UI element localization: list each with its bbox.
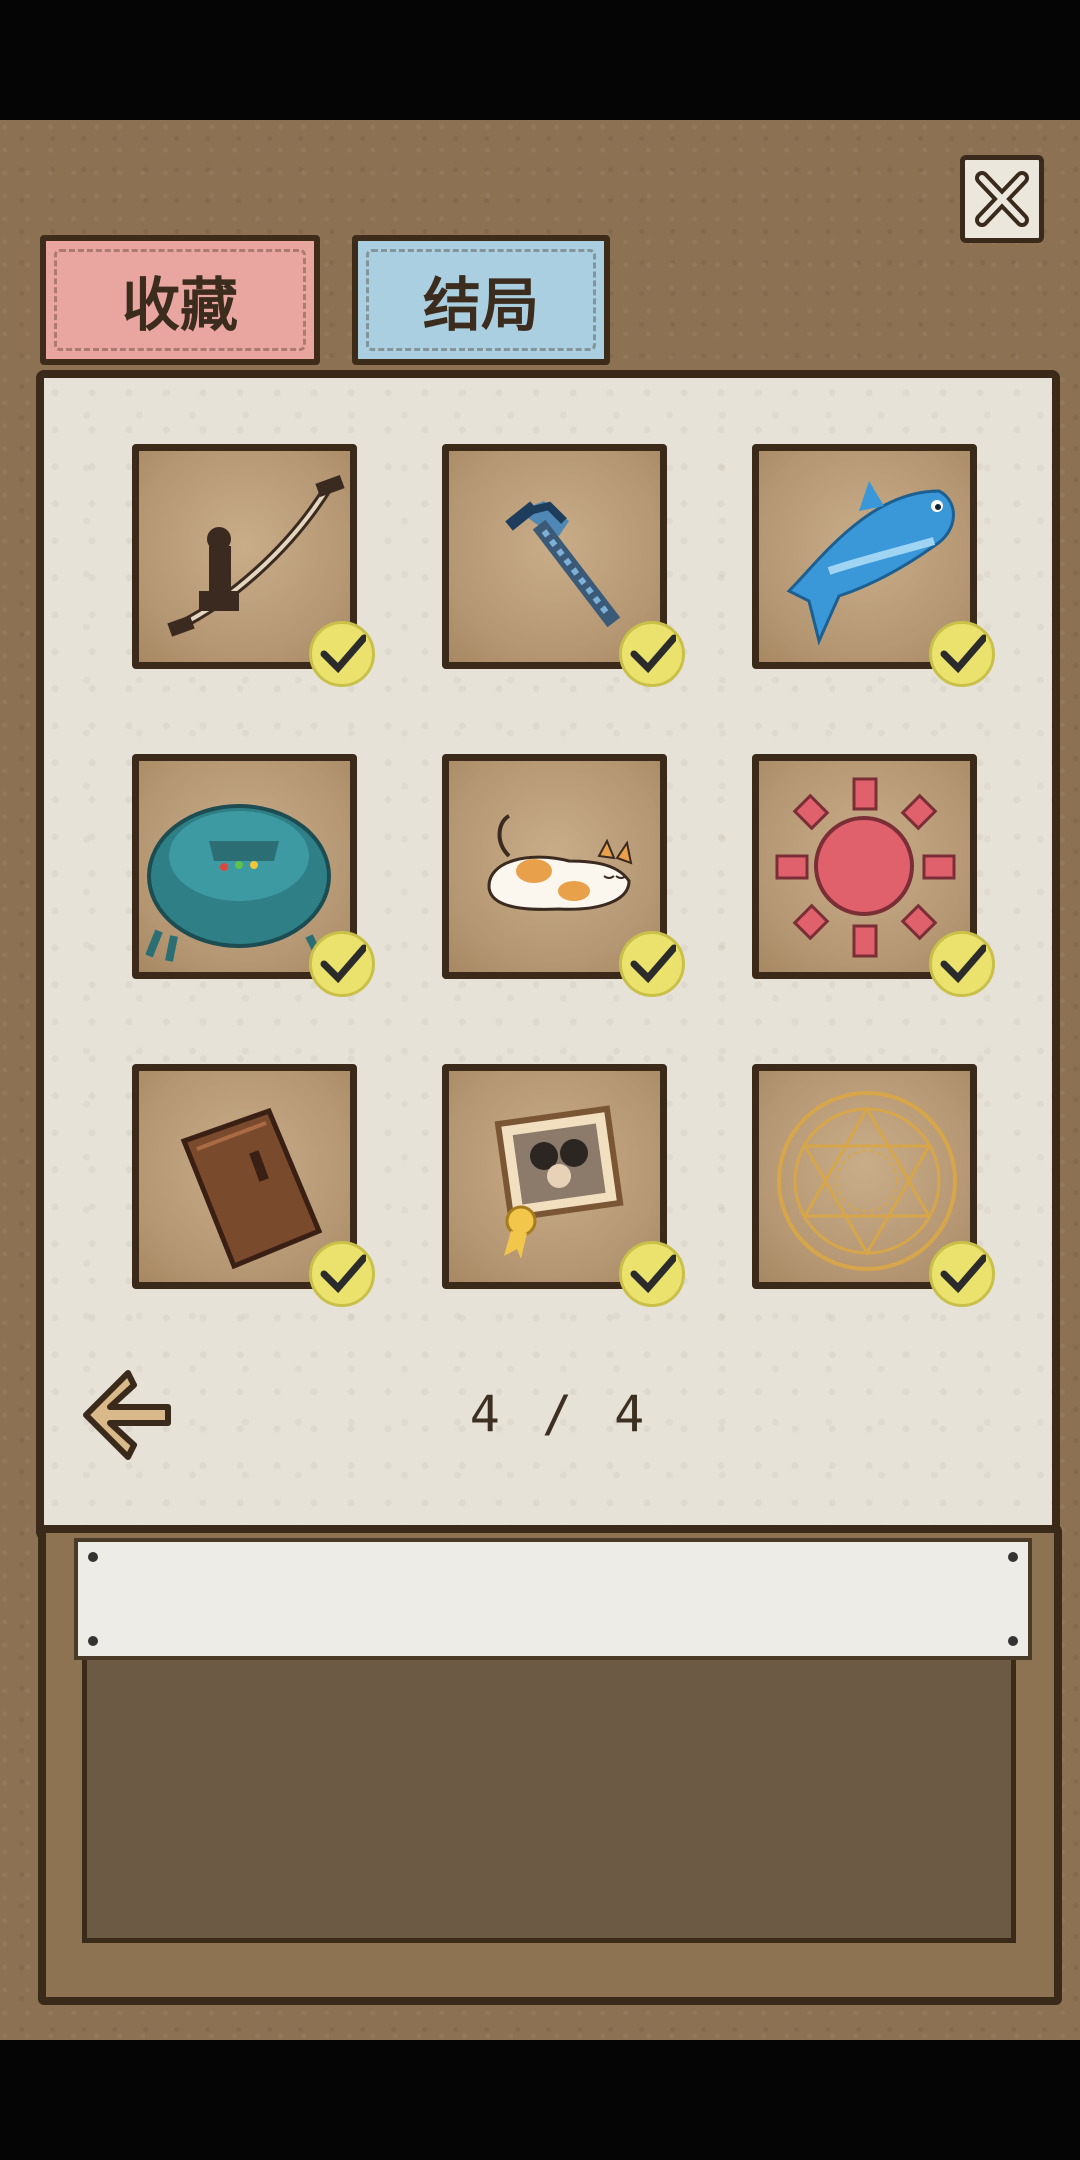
item-card-fish[interactable] [752, 444, 995, 687]
tab-border-decoration [54, 249, 306, 351]
collected-check-badge [929, 931, 995, 997]
arrow-left-icon [83, 1370, 171, 1460]
description-body [82, 1623, 1016, 1943]
bottom-navigation-area [0, 2040, 1080, 2160]
checkmark-icon [320, 1254, 366, 1294]
checkmark-icon [320, 634, 366, 674]
collected-check-badge [619, 931, 685, 997]
checkmark-icon [630, 634, 676, 674]
close-button[interactable] [960, 155, 1044, 243]
collected-check-badge [309, 1241, 375, 1307]
checkmark-icon [940, 634, 986, 674]
previous-page-button[interactable] [78, 1365, 174, 1465]
pin-icon [88, 1552, 98, 1562]
top-status-area [0, 0, 1080, 120]
pin-icon [1008, 1552, 1018, 1562]
item-card-robot-vacuum[interactable] [132, 754, 375, 997]
pin-icon [1008, 1636, 1018, 1646]
item-card-photo[interactable] [442, 1064, 685, 1307]
close-icon [975, 171, 1029, 227]
collected-check-badge [619, 1241, 685, 1307]
checkmark-icon [320, 944, 366, 984]
item-card-cat[interactable] [442, 754, 685, 997]
item-card-magic-circle[interactable] [752, 1064, 995, 1307]
pin-icon [88, 1636, 98, 1646]
collected-check-badge [619, 621, 685, 687]
collected-check-badge [309, 621, 375, 687]
page-indicator: 4 / 4 [469, 1385, 651, 1443]
checkmark-icon [940, 1254, 986, 1294]
collected-check-badge [929, 1241, 995, 1307]
checkmark-icon [630, 1254, 676, 1294]
collected-check-badge [929, 621, 995, 687]
item-card-pickaxe[interactable] [442, 444, 685, 687]
collected-check-badge [309, 931, 375, 997]
tab-border-decoration [366, 249, 596, 351]
item-card-door[interactable] [132, 1064, 375, 1307]
tab-collection[interactable]: 收藏 [40, 235, 320, 365]
item-card-slingshot[interactable] [132, 444, 375, 687]
checkmark-icon [940, 944, 986, 984]
checkmark-icon [630, 944, 676, 984]
item-card-sun[interactable] [752, 754, 995, 997]
description-title-strip [74, 1538, 1032, 1660]
tab-ending[interactable]: 结局 [352, 235, 610, 365]
